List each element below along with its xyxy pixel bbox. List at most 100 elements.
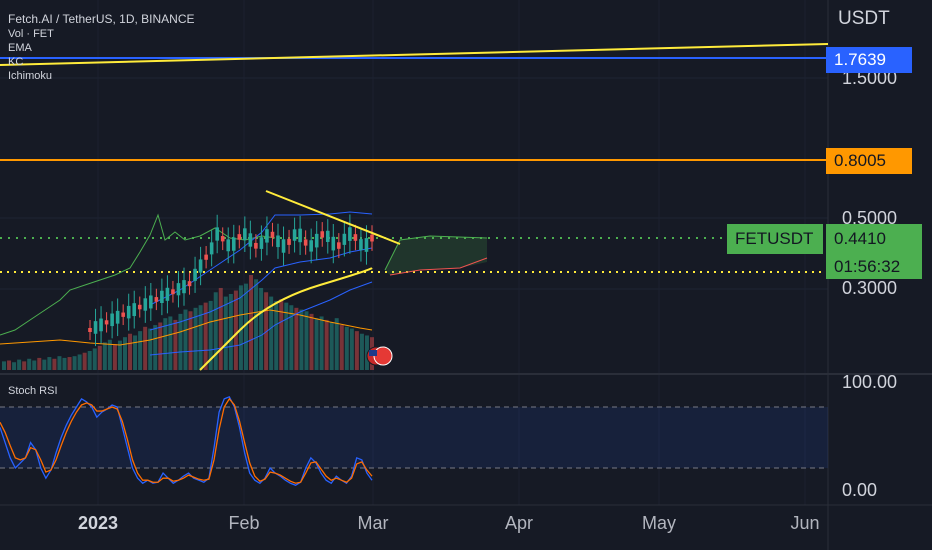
volume-bar [233,290,238,370]
volume-bar [223,296,228,370]
volume-bar [128,333,133,370]
candle-body [364,238,369,252]
candle-body [149,295,153,309]
chart-stage[interactable]: Fetch.AI / TetherUS, 1D, BINANCE Vol · F… [0,0,932,550]
time-label-apr: Apr [504,513,534,533]
candle-body [104,320,109,325]
stoch-tick-100: 100.00 [842,372,898,392]
candle-body [165,287,170,301]
candle-body [292,229,297,241]
volume-bar [329,322,334,370]
volume-bar [228,294,233,370]
volume-bar [17,359,22,370]
candle-body [204,254,208,260]
volume-bar [67,357,72,370]
volume-bar [279,299,284,370]
candle-body [193,268,197,281]
candle-body [231,237,236,251]
volume-bar [334,318,339,370]
candle-body [359,239,363,251]
candle-body [176,283,181,296]
volume-bar [148,328,153,370]
candle-body [209,242,214,255]
candle-body [337,242,341,249]
candle-body [320,231,325,238]
volume-bar [102,342,107,370]
candle-body [342,233,347,245]
symbol-title: Fetch.AI / TetherUS, 1D, BINANCE [8,12,195,26]
volume-bar [218,287,223,370]
legend-stoch-rsi[interactable]: Stoch RSI [8,384,58,398]
candle-body [276,235,280,248]
time-label-mar: Mar [357,513,389,533]
candle-body [143,298,148,311]
volume-bar [87,351,92,370]
volume-bar [158,322,163,370]
candle-body [126,305,131,319]
candle-body [331,236,336,251]
volume-bar [37,357,42,370]
legend-kc[interactable]: KC [8,55,23,69]
volume-bar [2,361,6,370]
volume-bar [324,319,329,370]
candle-body [121,312,125,317]
volume-bar [143,326,148,370]
volume-bar [77,354,82,370]
legend-ema[interactable]: EMA [8,41,32,55]
time-label-jun: Jun [790,513,820,533]
candle-body [215,227,219,241]
volume-bar [359,333,364,370]
candle-body [325,230,330,242]
candle-body [220,236,225,242]
volume-bar [213,292,218,370]
volume-bar [289,305,294,370]
candle-body [298,228,302,243]
volume-bar [349,328,354,370]
volume-bar [183,309,188,370]
volume-bar [32,360,37,370]
level-label-mid: 0.8005 [826,148,912,174]
volume-bar [22,361,27,370]
volume-bar [57,356,62,370]
last-price-label: 0.4410 [826,224,922,254]
candle-body [154,297,159,302]
legend-volume[interactable]: Vol · FET [8,27,54,41]
volume-bar [82,352,87,370]
volume-bar [52,358,57,370]
volume-bar [12,362,17,370]
us-flag-event-icon [369,350,377,356]
candle-body [88,328,92,332]
volume-bar [254,279,259,370]
volume-bar [92,348,97,370]
legend-ichimoku[interactable]: Ichimoku [8,69,52,83]
volume-bar [344,326,349,370]
candle-body [132,303,137,317]
candle-body [314,233,319,248]
candle-body [303,239,308,246]
volume-bar [47,357,52,370]
volume-bar [138,331,143,370]
chart-canvas[interactable] [0,0,932,550]
candle-body [171,289,175,295]
volume-bar [319,316,324,370]
volume-bar [259,287,264,370]
volume-bar [27,358,32,370]
candle-body [137,304,142,310]
candle-body [259,237,264,249]
candle-body [99,318,103,332]
volume-bar [42,359,47,370]
currency-label: USDT [838,8,890,29]
volume-bar [112,344,117,370]
volume-bar [133,335,138,370]
candle-body [309,240,313,252]
candle-body [226,239,231,252]
candle-body [187,281,192,287]
time-label-may: May [641,513,677,533]
candle-body [110,313,114,327]
volume-bar [72,356,77,370]
volume-bar [62,357,67,370]
volume-bar [299,309,304,370]
volume-bar [122,337,127,370]
volume-bar [304,311,309,370]
candle-body [254,242,258,249]
